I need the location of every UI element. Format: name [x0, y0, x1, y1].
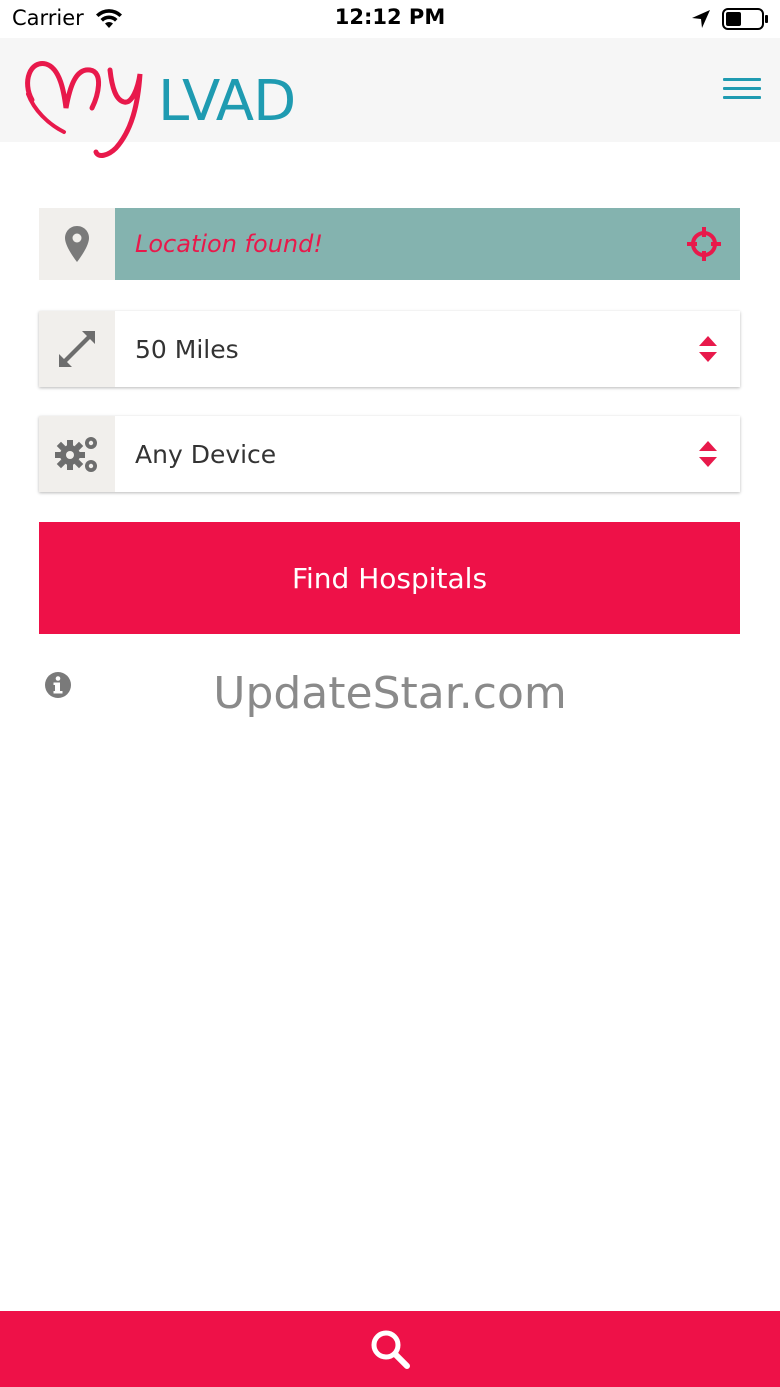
select-arrows-icon: [699, 441, 717, 467]
hamburger-menu-icon[interactable]: [723, 78, 761, 100]
expand-arrows-icon: [59, 331, 95, 367]
distance-select-field[interactable]: 50 Miles: [115, 311, 740, 387]
device-select-field[interactable]: Any Device: [115, 416, 740, 492]
location-status-text: Location found!: [135, 230, 323, 258]
status-bar: Carrier 12:12 PM: [0, 0, 780, 38]
device-select[interactable]: Any Device: [39, 416, 740, 492]
location-row: Location found!: [39, 208, 740, 280]
gears-icon: [55, 437, 97, 472]
menu-bar: [723, 96, 761, 99]
menu-bar: [723, 78, 761, 81]
mylvad-logo[interactable]: LVAD: [20, 52, 296, 164]
watermark-text: UpdateStar.com: [213, 668, 567, 719]
location-icon-box: [39, 208, 115, 280]
map-pin-icon: [65, 226, 89, 262]
bottom-tab-bar: [0, 1311, 780, 1387]
status-time: 12:12 PM: [334, 5, 446, 29]
crosshair-icon[interactable]: [686, 226, 722, 262]
location-status-field[interactable]: Location found!: [115, 208, 740, 280]
device-selected-value: Any Device: [135, 439, 277, 469]
heart-script-logo-mark: [25, 61, 143, 158]
search-icon[interactable]: [368, 1327, 412, 1371]
distance-selected-value: 50 Miles: [135, 334, 239, 364]
select-arrows-icon: [699, 336, 717, 362]
location-arrow-icon: [692, 10, 710, 28]
menu-bar: [723, 87, 761, 90]
device-icon-box: [39, 416, 115, 492]
distance-select[interactable]: 50 Miles: [39, 311, 740, 387]
logo-wordmark: LVAD: [158, 69, 296, 134]
battery-icon: [722, 8, 768, 30]
distance-icon-box: [39, 311, 115, 387]
find-hospitals-button[interactable]: Find Hospitals: [39, 522, 740, 634]
